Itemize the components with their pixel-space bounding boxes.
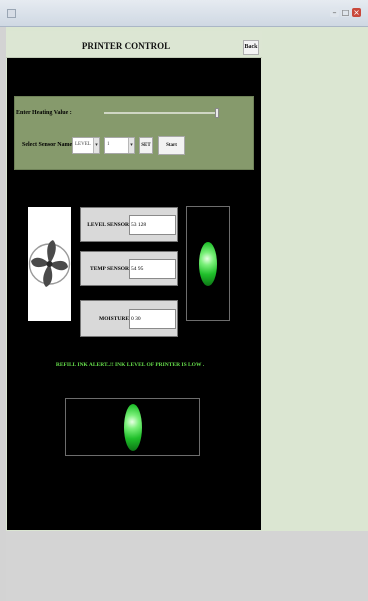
temp-sensor-value: 54 95 <box>129 259 176 279</box>
status-led-icon <box>199 242 217 286</box>
heating-slider-track[interactable] <box>104 112 216 114</box>
window-titlebar: – □ × <box>0 0 368 27</box>
fan-icon <box>28 240 71 287</box>
close-icon[interactable]: × <box>352 8 361 17</box>
app-icon <box>7 9 16 18</box>
maximize-icon[interactable]: □ <box>341 8 350 17</box>
sensor-select-value: LEVEL <box>75 142 91 147</box>
moisture-sensor-box: MOISTURE 0 30 <box>80 300 178 337</box>
window-bottom-area <box>6 531 368 601</box>
fan-panel <box>28 207 71 321</box>
temp-sensor-label: TEMP SENSOR <box>90 266 129 272</box>
value-select-value: 1 <box>107 142 110 147</box>
temp-sensor-box: TEMP SENSOR 54 95 <box>80 251 178 286</box>
heating-value-label: Enter Heating Value : <box>16 110 72 116</box>
chevron-down-icon[interactable]: ▾ <box>93 138 99 153</box>
header-bar: PRINTER CONTROL <box>6 31 262 58</box>
level-sensor-label: LEVEL SENSOR <box>87 222 129 228</box>
alert-led-icon <box>124 404 142 451</box>
sensor-name-label: Select Sensor Name <box>22 142 73 148</box>
status-led-panel <box>186 206 230 321</box>
heating-slider-thumb[interactable] <box>215 108 219 118</box>
page-title: PRINTER CONTROL <box>81 41 171 51</box>
moisture-sensor-value: 0 30 <box>129 309 176 329</box>
chevron-down-icon[interactable]: ▾ <box>128 138 134 153</box>
level-sensor-value: 53 128 <box>129 215 176 235</box>
moisture-sensor-label: MOISTURE <box>99 316 129 322</box>
level-sensor-box: LEVEL SENSOR 53 128 <box>80 207 178 242</box>
minimize-icon[interactable]: – <box>330 8 339 17</box>
set-button[interactable]: SET <box>139 137 153 154</box>
value-select[interactable]: 1 ▾ <box>104 137 135 154</box>
alert-led-panel <box>65 398 200 456</box>
back-button[interactable]: Back <box>243 40 259 55</box>
start-button[interactable]: Start <box>158 136 185 155</box>
ink-alert-text: REFILL INK ALERT..!! INK LEVEL OF PRINTE… <box>55 362 205 368</box>
sensor-select[interactable]: LEVEL ▾ <box>72 137 100 154</box>
